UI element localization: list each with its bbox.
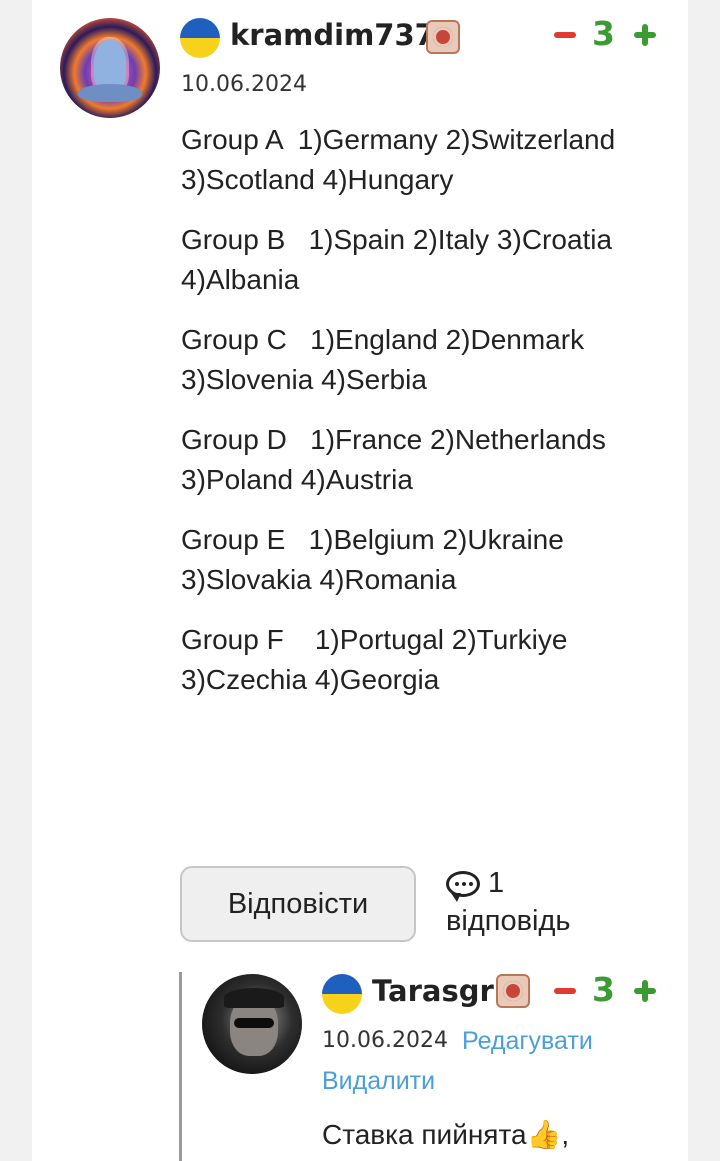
- reply-date: 10.06.2024: [322, 1028, 448, 1053]
- replies-label: відповідь: [446, 905, 571, 937]
- ukraine-flag-icon: [322, 974, 362, 1014]
- reply-vote-count: 3: [592, 970, 615, 1009]
- comment-paragraph: Group A 1)Germany 2)Switzerland 3)Scotla…: [181, 124, 623, 195]
- reply-button[interactable]: Відповісти: [180, 866, 416, 942]
- comment-paragraph: Group D 1)France 2)Netherlands 3)Poland …: [181, 424, 614, 495]
- thread-line: [179, 972, 182, 1161]
- edit-link[interactable]: Редагувати: [462, 1027, 593, 1056]
- comment-date: 10.06.2024: [181, 72, 307, 97]
- replies-toggle[interactable]: 1 відповідь: [446, 864, 646, 940]
- vote-up-button[interactable]: [634, 24, 656, 46]
- rank-badge-icon: [496, 974, 530, 1008]
- reply-vote-up-button[interactable]: [634, 980, 656, 1002]
- replies-count: 1: [488, 867, 505, 899]
- reply-vote-down-button[interactable]: [554, 988, 576, 994]
- comment-paragraph: Group B 1)Spain 2)Italy 3)Croatia 4)Alba…: [181, 224, 620, 295]
- comment-paragraph: Group F 1)Portugal 2)Turkiye 3)Czechia 4…: [181, 624, 576, 695]
- comment-paragraph: Group C 1)England 2)Denmark 3)Slovenia 4…: [181, 324, 592, 395]
- speech-bubble-icon: [446, 871, 480, 903]
- reply-avatar[interactable]: [202, 974, 302, 1074]
- avatar[interactable]: [60, 18, 160, 118]
- comment-body: Group A 1)Germany 2)Switzerland 3)Scotla…: [181, 120, 671, 720]
- delete-link[interactable]: Видалити: [322, 1067, 435, 1096]
- reply-body: Ставка пийнята👍,: [322, 1119, 570, 1150]
- vote-down-button[interactable]: [554, 32, 576, 38]
- vote-count: 3: [592, 14, 615, 53]
- rank-badge-icon: [426, 20, 460, 54]
- ukraine-flag-icon: [180, 18, 220, 58]
- reply-username[interactable]: Tarasgr: [372, 974, 494, 1008]
- comment-paragraph: Group E 1)Belgium 2)Ukraine 3)Slovakia 4…: [181, 524, 572, 595]
- comment-username[interactable]: kramdim737: [230, 18, 435, 52]
